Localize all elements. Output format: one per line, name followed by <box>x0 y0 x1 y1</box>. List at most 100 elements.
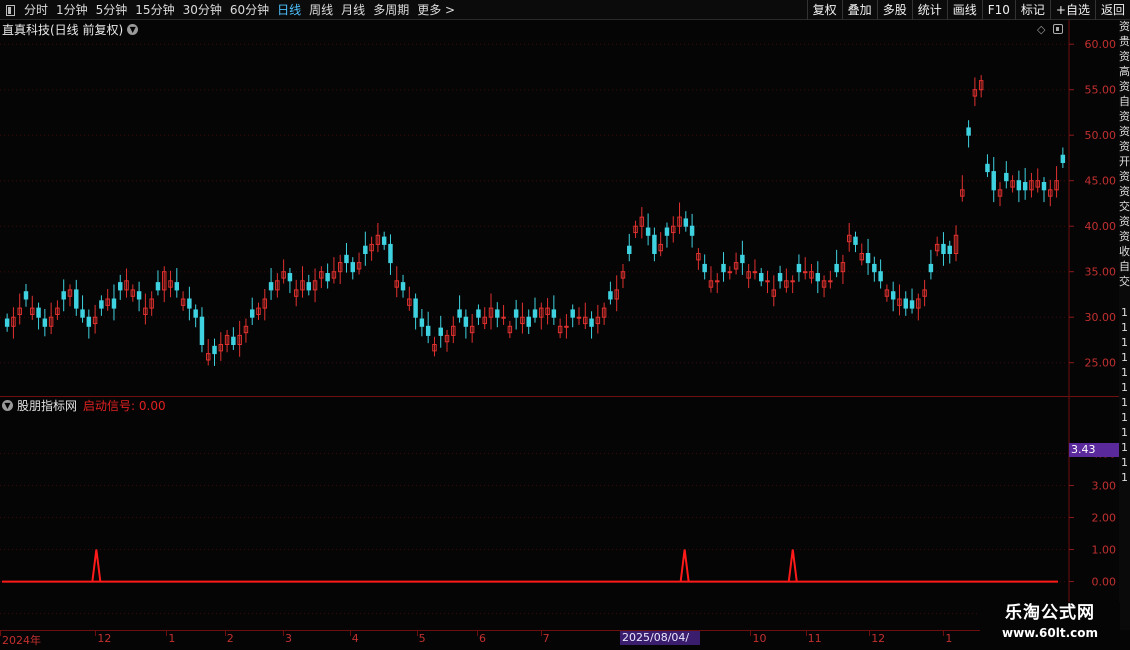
indicator-tick-label: 2.00 <box>1092 512 1117 525</box>
time-label: 10 <box>752 632 767 645</box>
candle-body <box>193 309 198 318</box>
chevron-down-icon[interactable]: ▼ <box>2 399 13 411</box>
toolbar-button-8[interactable]: 返回 <box>1094 0 1130 20</box>
time-label: 6 <box>479 632 486 645</box>
candle-body <box>344 254 349 264</box>
candle-body <box>928 263 934 273</box>
pane-divider[interactable] <box>0 396 1130 397</box>
info-strip-cell: 开 <box>1119 155 1130 168</box>
candle-body <box>715 280 720 283</box>
candle-body <box>765 280 770 283</box>
toolbar-button-6[interactable]: 标记 <box>1014 0 1050 20</box>
candle-body <box>740 254 745 264</box>
info-strip-cell: 高 <box>1119 65 1130 78</box>
candle-body <box>306 282 312 291</box>
time-label: 1 <box>945 632 953 645</box>
period-tab-2[interactable]: 5分钟 <box>92 0 132 20</box>
signal-value: 启动信号: 0.00 <box>83 398 166 413</box>
candle-body <box>501 316 506 319</box>
candle-body <box>381 236 387 245</box>
candle-body <box>689 225 695 236</box>
candle-body <box>61 291 66 300</box>
period-tab-8[interactable]: 月线 <box>337 0 369 20</box>
period-tab-5[interactable]: 60分钟 <box>226 0 273 20</box>
candle-body <box>878 271 883 282</box>
period-tab-7[interactable]: 周线 <box>305 0 337 20</box>
info-strip-cell: 1 <box>1121 426 1128 439</box>
candle-body <box>4 318 10 327</box>
info-strip-cell: 资 <box>1119 125 1130 138</box>
period-tab-3[interactable]: 15分钟 <box>131 0 178 20</box>
info-strip-cell: 1 <box>1121 456 1128 469</box>
candle-body <box>187 298 192 309</box>
candle-body <box>513 309 519 318</box>
toolbar-button-0[interactable]: 复权 <box>806 0 842 20</box>
toolbar-button-3[interactable]: 统计 <box>911 0 947 20</box>
info-strip-cell: 1 <box>1121 471 1128 484</box>
period-tab-1[interactable]: 1分钟 <box>52 0 92 20</box>
candle-body <box>941 243 946 254</box>
info-strip-cell: 1 <box>1121 381 1128 394</box>
time-label: 4 <box>351 632 359 645</box>
time-tick <box>750 631 752 636</box>
period-tab-0[interactable]: 分时 <box>20 0 52 20</box>
candle-body <box>99 300 104 309</box>
time-tick <box>224 631 226 636</box>
period-tab-9[interactable]: 多周期 <box>369 0 413 20</box>
info-strip-cell: 资 <box>1119 20 1130 33</box>
price-tick-label: 25.00 <box>1085 357 1117 370</box>
candle-body <box>865 253 871 264</box>
layout-toggle-icon[interactable] <box>0 0 20 20</box>
price-tick-label: 30.00 <box>1085 311 1117 324</box>
indicator-tick-label: 0.00 <box>1092 576 1117 589</box>
candle-body <box>136 291 142 300</box>
info-strip-cell: 1 <box>1121 366 1128 379</box>
toolbar-button-4[interactable]: 画线 <box>946 0 982 20</box>
candle-body <box>903 298 908 309</box>
indicator-title: ▼ 股朋指标网 启动信号: 0.00 <box>2 397 166 413</box>
candle-body <box>287 273 293 282</box>
time-axis: 2024年 12 1 2 3 4 5 6 7 10 11 12 1 <box>0 630 1070 650</box>
right-info-strip[interactable]: 资贵资高资自资资资开资资交资资收自交111111111111 <box>1119 20 1130 630</box>
period-tab-10[interactable]: 更多 > <box>413 0 459 20</box>
info-strip-cell: 资 <box>1119 80 1130 93</box>
price-tick-label: 55.00 <box>1085 84 1117 97</box>
info-strip-cell: 收 <box>1119 245 1130 258</box>
candle-body <box>947 245 952 255</box>
candle-body <box>36 307 41 318</box>
info-strip-cell: 资 <box>1119 110 1130 123</box>
time-tick <box>805 631 807 636</box>
candle-body <box>74 289 79 309</box>
candle-body <box>664 227 670 236</box>
time-tick <box>477 631 478 636</box>
candle-body <box>802 271 808 274</box>
toolbar-button-2[interactable]: 多股 <box>876 0 912 20</box>
candle-body <box>570 309 575 318</box>
candle-body <box>828 280 833 283</box>
time-tick <box>166 631 168 636</box>
candle-body <box>419 318 425 327</box>
period-tab-6[interactable]: 日线 <box>273 0 305 20</box>
toolbar-button-5[interactable]: F10 <box>981 0 1015 20</box>
candle-body <box>268 282 274 291</box>
period-toolbar: 分时 1分钟 5分钟 15分钟 30分钟 60分钟 日线 周线 月线 多周期 更多 > 复权 叠加 多股… <box>0 0 1130 20</box>
toolbar-button-7[interactable]: +自选 <box>1049 0 1095 20</box>
chart-canvas[interactable]: 60.00 55.00 50.00 45.00 40.00 35.00 30.00 25.00… <box>0 20 1119 630</box>
toolbar-button-1[interactable]: 叠加 <box>841 0 877 20</box>
info-strip-cell: 1 <box>1121 441 1128 454</box>
indicator-tick-label: 1.00 <box>1092 544 1117 557</box>
time-tick <box>869 631 871 636</box>
candle-body <box>1004 172 1009 182</box>
candle-body <box>890 291 896 300</box>
candle-body <box>476 309 481 318</box>
candle-body <box>463 316 469 327</box>
signal-spike <box>91 549 102 582</box>
period-tab-4[interactable]: 30分钟 <box>179 0 226 20</box>
price-tick-label: 45.00 <box>1085 175 1117 188</box>
time-tick <box>416 631 418 636</box>
candle-body <box>909 300 915 309</box>
candle-body <box>758 273 764 282</box>
crosshair-date: 2025/08/04/— <box>620 631 700 650</box>
time-tick <box>95 631 97 636</box>
candle-body <box>796 263 802 273</box>
